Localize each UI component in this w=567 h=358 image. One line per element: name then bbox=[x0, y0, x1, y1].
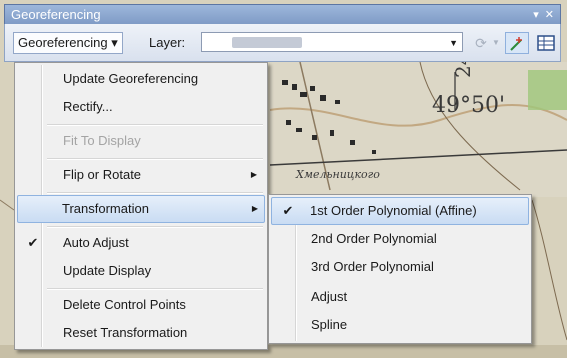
map-street-label: Хмельницкого bbox=[295, 168, 380, 181]
window-title: Georeferencing bbox=[11, 7, 101, 22]
layer-label: Layer: bbox=[149, 35, 186, 50]
transformation-submenu: ✔ 1st Order Polynomial (Affine) 2nd Orde… bbox=[268, 194, 532, 344]
rotate-dropdown-icon[interactable]: ▼ bbox=[491, 32, 501, 54]
menu-item-update-georeferencing[interactable]: Update Georeferencing bbox=[17, 65, 265, 93]
menu-separator bbox=[47, 192, 263, 194]
layer-name-value bbox=[232, 37, 302, 48]
menu-separator bbox=[47, 158, 263, 160]
menu-item-update-display[interactable]: Update Display bbox=[17, 257, 265, 285]
checkmark-icon: ✔ bbox=[27, 235, 39, 250]
close-icon[interactable]: ✕ bbox=[545, 5, 554, 25]
menu-item-delete-control-points[interactable]: Delete Control Points bbox=[17, 291, 265, 319]
menu-item-fit-to-display: Fit To Display bbox=[63, 133, 141, 148]
menu-item-reset-transformation[interactable]: Reset Transformation bbox=[17, 319, 265, 347]
submenu-item-adjust[interactable]: Adjust bbox=[271, 283, 529, 311]
dropdown-pin-icon[interactable]: ▾ bbox=[533, 5, 539, 25]
submenu-item-spline[interactable]: Spline bbox=[271, 311, 529, 339]
menu-separator bbox=[47, 124, 263, 126]
rotate-icon[interactable]: ⟳ bbox=[471, 32, 491, 54]
view-link-table-icon[interactable] bbox=[535, 32, 557, 54]
submenu-item-2nd-order-polynomial[interactable]: 2nd Order Polynomial bbox=[271, 225, 529, 253]
layer-select[interactable]: ▼ bbox=[201, 32, 463, 52]
window-titlebar[interactable]: Georeferencing ▾ ✕ bbox=[4, 4, 561, 24]
menu-item-flip-or-rotate[interactable]: Flip or Rotate ▶ bbox=[17, 161, 265, 189]
submenu-arrow-icon: ▶ bbox=[251, 204, 258, 213]
checkmark-icon: ✔ bbox=[282, 203, 294, 218]
submenu-item-1st-order-polynomial[interactable]: ✔ 1st Order Polynomial (Affine) bbox=[271, 197, 529, 225]
submenu-item-3rd-order-polynomial[interactable]: 3rd Order Polynomial bbox=[271, 253, 529, 281]
map-latitude-label: 49°50' bbox=[432, 93, 505, 118]
chevron-down-icon: ▼ bbox=[449, 38, 458, 48]
menu-item-auto-adjust[interactable]: ✔ Auto Adjust bbox=[17, 229, 265, 257]
georeferencing-menu: Update Georeferencing Rectify... Fit To … bbox=[14, 62, 268, 350]
menu-separator bbox=[47, 226, 263, 228]
menu-item-transformation[interactable]: Transformation ▶ bbox=[17, 195, 265, 223]
menu-item-rectify[interactable]: Rectify... bbox=[17, 93, 265, 121]
submenu-arrow-icon: ▶ bbox=[250, 170, 257, 179]
menu-separator bbox=[47, 288, 263, 290]
add-control-points-icon[interactable] bbox=[505, 32, 529, 54]
georeferencing-toolbar: Georeferencing ▾ Layer: ▼ ⟳ ▼ bbox=[4, 24, 561, 62]
georeferencing-menu-button[interactable]: Georeferencing ▾ bbox=[13, 32, 123, 54]
